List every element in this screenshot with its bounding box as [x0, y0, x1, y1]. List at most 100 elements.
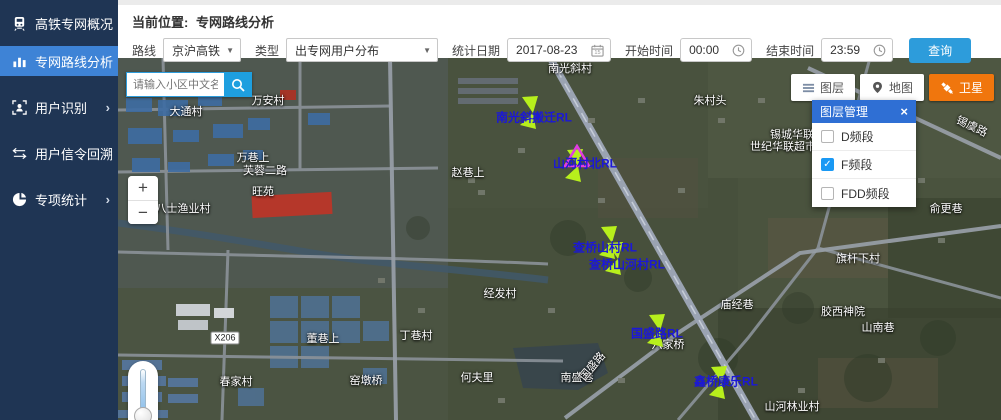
layer-panel-header: 图层管理 × — [812, 100, 916, 123]
map-place-label: 庙经巷 — [721, 296, 754, 312]
search-button[interactable] — [224, 72, 252, 97]
route-select-value: 京沪高铁 — [172, 42, 220, 59]
sidebar-item-route-analysis[interactable]: 专网路线分析 — [0, 46, 118, 76]
zoom-in-button[interactable]: + — [128, 176, 158, 200]
map-mode-button-label: 地图 — [889, 79, 913, 96]
breadcrumb: 当前位置: 专网路线分析 — [118, 5, 1001, 35]
map-place-label: 大通村 — [170, 103, 203, 119]
map-place-label: 何夫里 — [461, 369, 494, 385]
chevron-right-icon: › — [106, 100, 110, 115]
map-place-label: 窑墩桥 — [350, 372, 383, 388]
map-zoom-controls: + − — [128, 176, 158, 224]
route-select[interactable]: 京沪高铁 ▼ — [163, 38, 241, 62]
map-place-label: 丁巷村 — [400, 327, 433, 343]
layer-option-label: FDD频段 — [841, 185, 890, 202]
map-mode-button[interactable]: 地图 — [860, 74, 924, 101]
map-canvas[interactable]: 大通村万安村万巷上芙蓉二路旺苑八士渔业村南光斜村朱村头赵巷上经发村董巷上丁巷村春… — [118, 58, 1001, 420]
user-scan-icon — [12, 100, 27, 115]
search-icon — [231, 78, 245, 92]
map-place-label: 八士渔业村 — [156, 200, 211, 216]
map-place-label: 世纪华联超市 — [750, 138, 816, 154]
sidebar-item-label: 专项统计 — [35, 190, 98, 209]
page-title: 专网路线分析 — [196, 15, 274, 30]
zoom-out-button[interactable]: − — [128, 200, 158, 224]
map-place-label: 赵巷上 — [452, 164, 485, 180]
start-time-input-wrap — [680, 38, 752, 62]
map-place-label: 芙蓉二路 — [243, 162, 287, 178]
close-icon[interactable]: × — [900, 105, 908, 118]
sidebar-item-special-stats[interactable]: 专项统计 › — [0, 184, 118, 214]
type-select[interactable]: 出专网用户分布 ▼ — [286, 38, 438, 62]
sidebar-item-label: 高铁专网概况 — [35, 14, 113, 33]
chevron-right-icon: › — [106, 192, 110, 207]
map-place-label: 山南巷 — [862, 319, 895, 335]
bar-chart-icon — [12, 54, 27, 69]
search-input[interactable] — [126, 72, 224, 97]
slider-handle[interactable] — [134, 407, 152, 420]
query-button[interactable]: 查询 — [909, 38, 971, 63]
map-pin-icon — [871, 81, 884, 94]
layer-panel-title: 图层管理 — [820, 103, 868, 120]
map-place-label: 万安村 — [252, 92, 285, 108]
top-toolbar: 当前位置: 专网路线分析 路线 京沪高铁 ▼ 类型 出专网用户分布 ▼ 统计日期… — [118, 0, 1001, 58]
svg-text:15: 15 — [594, 50, 600, 56]
map-place-label: 俞更巷 — [930, 200, 963, 216]
start-time-label: 开始时间 — [625, 42, 673, 59]
layer-option-f-band[interactable]: ✓ F频段 — [812, 151, 916, 179]
clock-icon[interactable] — [732, 44, 745, 57]
swap-arrows-icon — [12, 146, 27, 161]
chevron-down-icon: ▼ — [226, 46, 234, 55]
checkbox-unchecked[interactable] — [821, 130, 834, 143]
date-input[interactable] — [516, 43, 587, 57]
sidebar-item-user-identify[interactable]: 用户识别 › — [0, 92, 118, 122]
checkbox-unchecked[interactable] — [821, 187, 834, 200]
pie-chart-icon — [12, 192, 27, 207]
sidebar-item-label: 用户识别 — [35, 98, 98, 117]
end-time-label: 结束时间 — [766, 42, 814, 59]
date-input-wrap: 15 — [507, 38, 611, 62]
cell-search — [126, 72, 252, 97]
sidebar-item-label: 专网路线分析 — [35, 52, 113, 71]
checkbox-checked[interactable]: ✓ — [821, 158, 834, 171]
clock-icon[interactable] — [873, 44, 886, 57]
map-place-label: 春家村 — [220, 373, 253, 389]
map-place-label: 朱村头 — [694, 92, 727, 108]
cell-site-label: 国盛路RL — [631, 325, 683, 342]
sidebar-item-signal-trace[interactable]: 用户信令回溯 — [0, 138, 118, 168]
sidebar-item-overview[interactable]: 高铁专网概况 — [0, 8, 118, 38]
cell-site-label: 南光斜搬迁RL — [496, 109, 572, 126]
layers-button-label: 图层 — [820, 79, 844, 96]
cell-site-label: 山河村北RL — [553, 155, 617, 172]
start-time-input[interactable] — [689, 43, 728, 57]
layers-button[interactable]: 图层 — [791, 74, 855, 101]
calendar-icon[interactable]: 15 — [591, 44, 604, 57]
train-icon — [12, 16, 27, 31]
route-label: 路线 — [132, 42, 156, 59]
layer-option-label: F频段 — [841, 156, 872, 173]
filter-bar: 路线 京沪高铁 ▼ 类型 出专网用户分布 ▼ 统计日期 15 开始时间 结束时间… — [118, 35, 1001, 65]
layer-manager-panel: 图层管理 × D频段 ✓ F频段 FDD频段 — [812, 100, 916, 207]
layers-icon — [802, 82, 815, 94]
layer-option-d-band[interactable]: D频段 — [812, 123, 916, 151]
map-view-buttons: 图层 地图 卫星 — [791, 74, 994, 101]
sidebar-item-label: 用户信令回溯 — [35, 144, 113, 163]
layer-option-fdd-band[interactable]: FDD频段 — [812, 179, 916, 207]
map-place-label: 山河林业村 — [765, 398, 820, 414]
type-select-value: 出专网用户分布 — [295, 42, 379, 59]
map-place-label: 旗杆下村 — [836, 250, 880, 266]
satellite-mode-button[interactable]: 卫星 — [929, 74, 994, 101]
map-place-label: 经发村 — [484, 285, 517, 301]
layer-option-label: D频段 — [841, 128, 874, 145]
map-zoom-slider[interactable] — [128, 361, 158, 420]
type-label: 类型 — [255, 42, 279, 59]
road-badge: X206 — [210, 332, 239, 345]
map-place-label: 董巷上 — [307, 330, 340, 346]
cell-site-label: 查桥山村RL — [573, 239, 637, 256]
satellite-icon — [940, 81, 954, 95]
chevron-down-icon: ▼ — [423, 46, 431, 55]
end-time-input[interactable] — [830, 43, 869, 57]
satellite-mode-button-label: 卫星 — [959, 79, 983, 96]
sidebar: 高铁专网概况 专网路线分析 用户识别 › 用户信令回溯 专项统计 › — [0, 0, 118, 420]
map-place-label: 旺苑 — [252, 183, 274, 199]
cell-site-label: 查桥山河村RL — [589, 256, 665, 273]
